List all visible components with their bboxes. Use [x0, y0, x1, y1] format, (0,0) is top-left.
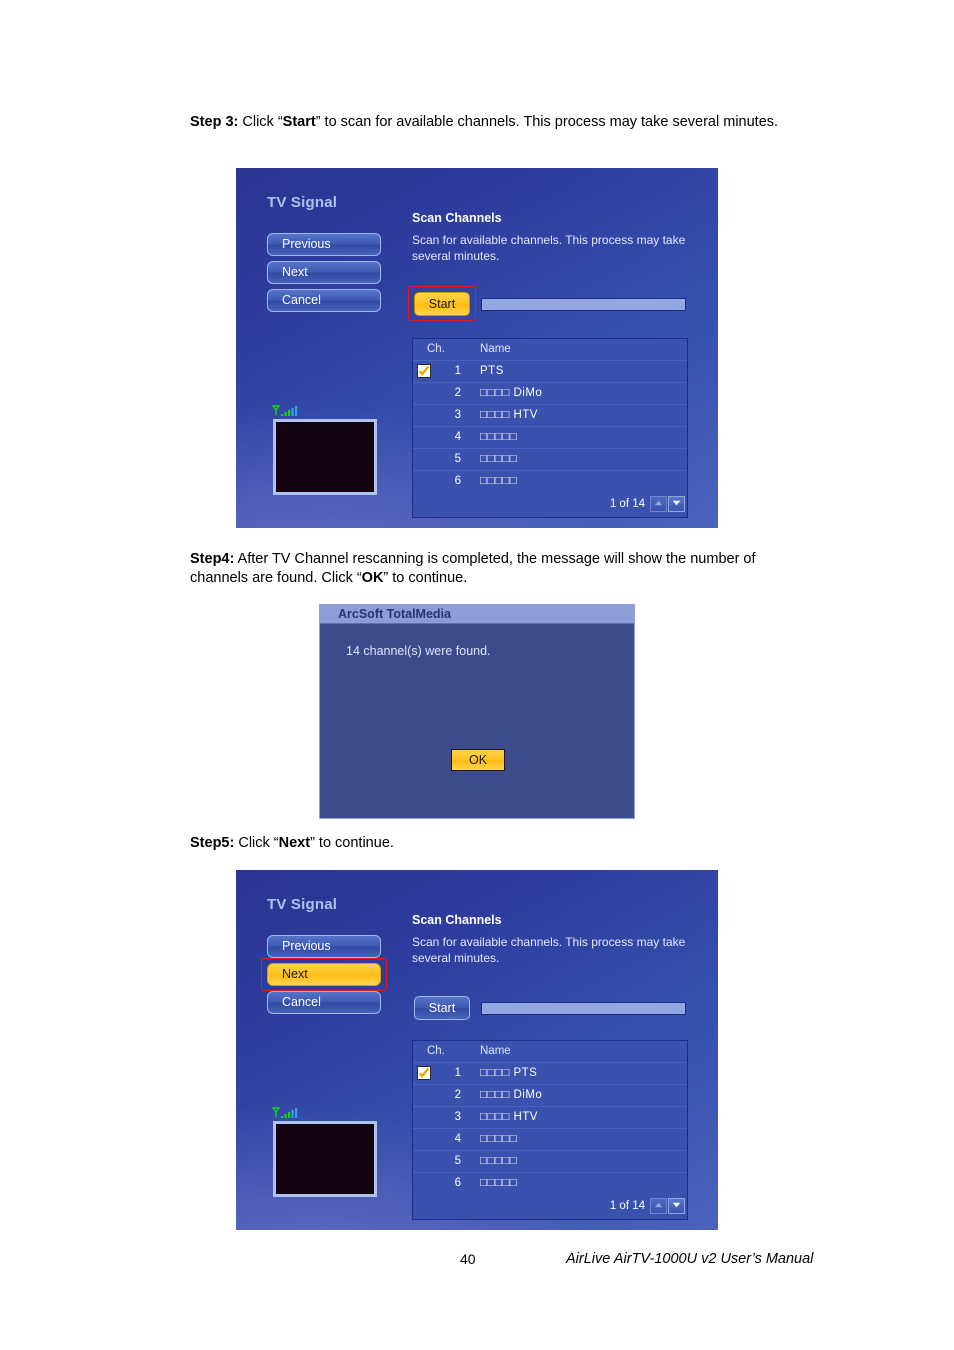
- arcsoft-message-dialog: ArcSoft TotalMedia 14 channel(s) were fo…: [319, 604, 635, 819]
- message-dialog-text: 14 channel(s) were found.: [346, 644, 491, 658]
- table-row[interactable]: 2 □□□□ DiMo: [413, 382, 687, 404]
- channel-table-header: Ch. Name: [413, 1041, 687, 1062]
- channel-name: □□□□ DiMo: [480, 1089, 543, 1101]
- channel-number: 1: [454, 365, 461, 377]
- channel-number: 2: [454, 1089, 461, 1101]
- cancel-button[interactable]: Cancel: [267, 289, 381, 312]
- previous-button[interactable]: Previous: [267, 233, 381, 256]
- tv-signal-dialog-2: TV Signal Previous Next Cancel Scan Chan…: [236, 870, 718, 1230]
- channel-name: □□□□□: [480, 453, 518, 465]
- channel-table-2: Ch. Name 1 □□□□ PTS 2 □□□□ DiMo 3 □□□□ H…: [412, 1040, 688, 1220]
- cancel-button[interactable]: Cancel: [267, 991, 381, 1014]
- channel-name: PTS: [480, 365, 504, 377]
- table-row[interactable]: 2 □□□□ DiMo: [413, 1084, 687, 1106]
- channel-table-footer: 1 of 14: [413, 1194, 687, 1219]
- scan-channels-description: Scan for available channels. This proces…: [412, 233, 686, 264]
- page-down-icon[interactable]: [668, 1198, 685, 1214]
- page-up-icon[interactable]: [650, 1198, 667, 1214]
- manual-title: AirLive AirTV-1000U v2 User’s Manual: [566, 1251, 814, 1267]
- channel-name: □□□□□: [480, 1177, 518, 1189]
- pagination-label: 1 of 14: [609, 498, 645, 510]
- table-row[interactable]: 1 PTS: [413, 360, 687, 382]
- table-row[interactable]: 3 □□□□ HTV: [413, 1106, 687, 1128]
- table-row[interactable]: 3 □□□□ HTV: [413, 404, 687, 426]
- step-5-text: Step5: Click “Next” to continue.: [190, 835, 394, 851]
- channel-number: 6: [454, 1177, 461, 1189]
- column-header-name: Name: [480, 343, 511, 355]
- channel-name: □□□□ HTV: [480, 1111, 538, 1123]
- channel-name: □□□□□: [480, 1155, 518, 1167]
- previous-button[interactable]: Previous: [267, 935, 381, 958]
- table-row[interactable]: 1 □□□□ PTS: [413, 1062, 687, 1084]
- dialog-title: TV Signal: [267, 896, 338, 913]
- channel-name: □□□□ HTV: [480, 409, 538, 421]
- scan-channels-heading: Scan Channels: [412, 211, 502, 225]
- column-header-ch: Ch.: [427, 1045, 445, 1057]
- channel-table-1: Ch. Name 1 PTS 2 □□□□ DiMo 3 □□□□ HTV 4 …: [412, 338, 688, 518]
- message-dialog-titlebar: ArcSoft TotalMedia: [320, 605, 634, 624]
- signal-strength-icon: [270, 1107, 322, 1120]
- channel-table-header: Ch. Name: [413, 339, 687, 360]
- next-button[interactable]: Next: [267, 261, 381, 284]
- channel-number: 5: [454, 453, 461, 465]
- channel-number: 4: [454, 1133, 461, 1145]
- ok-button[interactable]: OK: [451, 749, 505, 771]
- channel-number: 2: [454, 387, 461, 399]
- start-button[interactable]: Start: [414, 292, 470, 316]
- scan-progress-bar: [481, 1002, 686, 1015]
- table-row[interactable]: 4 □□□□□: [413, 1128, 687, 1150]
- table-row[interactable]: 4 □□□□□: [413, 426, 687, 448]
- scan-channels-heading: Scan Channels: [412, 913, 502, 927]
- page-number: 40: [460, 1251, 476, 1267]
- channel-name: □□□□ DiMo: [480, 387, 543, 399]
- tv-preview: [273, 419, 377, 495]
- channel-name: □□□□ PTS: [480, 1067, 538, 1079]
- scan-progress-bar: [481, 298, 686, 311]
- pagination-label: 1 of 14: [609, 1200, 645, 1212]
- table-row[interactable]: 5 □□□□□: [413, 1150, 687, 1172]
- next-button[interactable]: Next: [267, 963, 381, 986]
- page-down-icon[interactable]: [668, 496, 685, 512]
- column-header-name: Name: [480, 1045, 511, 1057]
- column-header-ch: Ch.: [427, 343, 445, 355]
- channel-number: 4: [454, 431, 461, 443]
- scan-channels-description: Scan for available channels. This proces…: [412, 935, 686, 966]
- channel-number: 6: [454, 475, 461, 487]
- channel-number: 5: [454, 1155, 461, 1167]
- tv-signal-dialog-1: TV Signal Previous Next Cancel Scan Chan…: [236, 168, 718, 528]
- channel-table-footer: 1 of 14: [413, 492, 687, 517]
- tv-preview: [273, 1121, 377, 1197]
- table-row[interactable]: 6 □□□□□: [413, 1172, 687, 1194]
- page-up-icon[interactable]: [650, 496, 667, 512]
- table-row[interactable]: 6 □□□□□: [413, 470, 687, 492]
- channel-name: □□□□□: [480, 475, 518, 487]
- channel-name: □□□□□: [480, 431, 518, 443]
- table-row[interactable]: 5 □□□□□: [413, 448, 687, 470]
- channel-number: 3: [454, 409, 461, 421]
- channel-number: 1: [454, 1067, 461, 1079]
- step-3-text: Step 3: Click “Start” to scan for availa…: [190, 114, 779, 130]
- dialog-title: TV Signal: [267, 194, 338, 211]
- signal-strength-icon: [270, 405, 322, 418]
- channel-number: 3: [454, 1111, 461, 1123]
- start-button[interactable]: Start: [414, 996, 470, 1020]
- channel-name: □□□□□: [480, 1133, 518, 1145]
- step-4-text: Step4: After TV Channel rescanning is co…: [190, 551, 756, 587]
